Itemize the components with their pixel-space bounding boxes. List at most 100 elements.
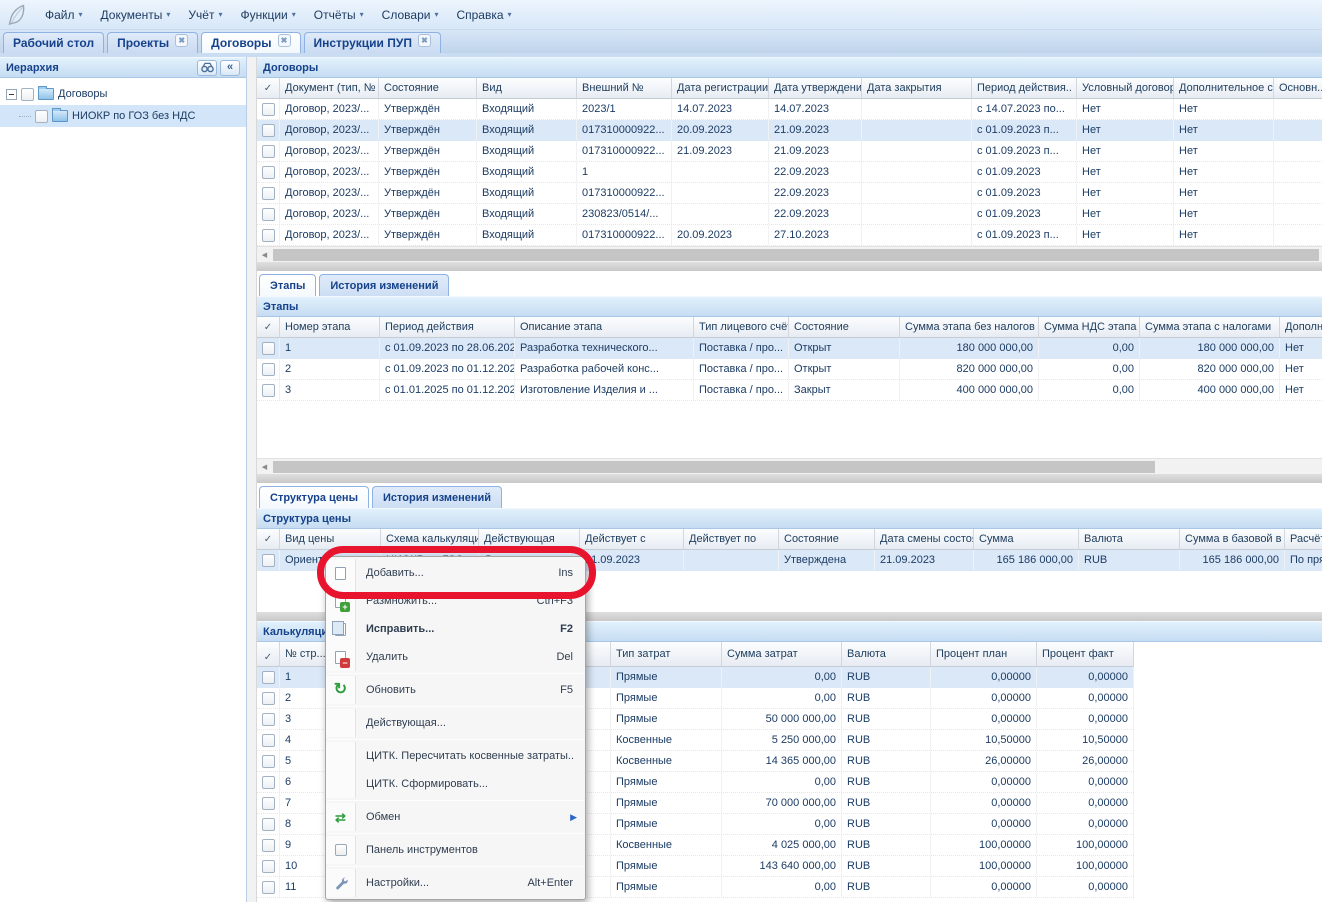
table-row[interactable]: Договор, 2023/...УтверждёнВходящий017310… [257,120,1322,141]
row-checkbox[interactable] [262,692,275,705]
horizontal-splitter[interactable] [257,474,1322,483]
column-header[interactable]: Условный договор [1077,78,1174,98]
column-header[interactable]: Действует с [580,529,684,549]
menubar-item[interactable]: Учёт▾ [179,4,231,26]
column-header[interactable]: Основн... [1274,78,1322,98]
column-header[interactable]: Описание этапа [515,317,694,337]
table-row[interactable]: 1с 01.09.2023 по 28.06.2024Разработка те… [257,338,1322,359]
scroll-left-arrow-icon[interactable]: ◀ [258,461,271,473]
row-checkbox[interactable] [262,713,275,726]
menubar-item[interactable]: Словари▾ [373,4,448,26]
main-tab[interactable]: Проекты✖ [107,32,198,53]
row-checkbox[interactable] [262,124,275,137]
row-checkbox[interactable] [262,363,275,376]
column-header[interactable]: Дата смены состоя [875,529,974,549]
row-checkbox[interactable] [262,145,275,158]
tree-item[interactable]: НИОКР по ГОЗ без НДС [0,105,246,127]
column-header[interactable]: Действует по [684,529,779,549]
column-header[interactable]: Сумма этапа с налогами [1140,317,1280,337]
section-tab[interactable]: Структура цены [259,486,369,508]
column-header[interactable]: Период действия [380,317,515,337]
column-header[interactable]: Состояние [779,529,875,549]
row-checkbox[interactable] [262,839,275,852]
column-header[interactable]: Процент план [931,642,1037,666]
select-all-column-header[interactable]: ✓ [257,642,280,666]
table-row[interactable]: Договор, 2023/...УтверждёнВходящий017310… [257,183,1322,204]
table-row[interactable]: Договор, 2023/...УтверждёнВходящий122.09… [257,162,1322,183]
column-header[interactable]: Состояние [379,78,477,98]
column-header[interactable]: Вид [477,78,577,98]
context-menu-item[interactable]: Исправить...F2 [326,615,585,643]
column-header[interactable]: Сумма [974,529,1079,549]
column-header[interactable]: Дата закрытия [862,78,972,98]
row-checkbox[interactable] [262,342,275,355]
table-row[interactable]: Договор, 2023/...УтверждёнВходящий2023/1… [257,99,1322,120]
column-header[interactable]: Сумма НДС этапа [1039,317,1140,337]
stages-horizontal-scrollbar[interactable]: ◀ [257,458,1322,474]
select-all-column-header[interactable]: ✓ [257,317,280,337]
row-checkbox[interactable] [262,734,275,747]
menubar-item[interactable]: Справка▾ [447,4,520,26]
column-header[interactable]: Дата утверждения [769,78,862,98]
section-tab[interactable]: Этапы [259,274,316,296]
column-header[interactable]: Валюта [1079,529,1180,549]
menubar-item[interactable]: Отчёты▾ [305,4,373,26]
row-checkbox[interactable] [262,187,275,200]
context-menu-item[interactable]: ЦИТК. Пересчитать косвенные затраты... [326,742,585,770]
scrollbar-thumb[interactable] [273,461,1155,473]
context-menu-item[interactable]: Настройки...Alt+Enter [326,869,585,897]
context-menu-item[interactable]: Действующая... [326,709,585,737]
column-header[interactable]: Дополн... [1280,317,1322,337]
context-menu-item[interactable]: Панель инструментов [326,836,585,864]
section-tab[interactable]: История изменений [319,274,449,296]
main-tab[interactable]: Договоры✖ [201,32,300,53]
column-header[interactable]: Состояние [789,317,900,337]
column-header[interactable]: Сумма затрат [722,642,842,666]
row-checkbox[interactable] [262,818,275,831]
scroll-left-arrow-icon[interactable]: ◀ [258,249,271,261]
main-tab[interactable]: Рабочий стол [3,32,104,53]
select-all-column-header[interactable]: ✓ [257,78,280,98]
row-checkbox[interactable] [262,384,275,397]
contracts-horizontal-scrollbar[interactable]: ◀ [257,246,1322,262]
row-checkbox[interactable] [262,797,275,810]
row-checkbox[interactable] [262,554,275,567]
horizontal-splitter[interactable] [257,262,1322,271]
row-checkbox[interactable] [262,881,275,894]
table-row[interactable]: Договор, 2023/...УтверждёнВходящий017310… [257,141,1322,162]
column-header[interactable]: Валюта [842,642,931,666]
vertical-splitter[interactable] [247,57,257,902]
tree-item-checkbox[interactable] [35,110,48,123]
column-header[interactable]: Расчёт [1285,529,1322,549]
table-row[interactable]: 3с 01.01.2025 по 01.12.2025Изготовление … [257,380,1322,401]
tree-expander-icon[interactable] [6,89,17,100]
column-header[interactable]: Процент факт [1037,642,1134,666]
select-all-column-header[interactable]: ✓ [257,529,280,549]
row-checkbox[interactable] [262,860,275,873]
close-tab-icon[interactable]: ✖ [278,34,291,47]
column-header[interactable]: Период действия.. [972,78,1077,98]
row-checkbox[interactable] [262,103,275,116]
column-header[interactable]: Тип затрат [611,642,722,666]
column-header[interactable]: Тип лицевого счёт [694,317,789,337]
column-header[interactable]: Документ (тип, № [280,78,379,98]
row-checkbox[interactable] [262,776,275,789]
tree-item-checkbox[interactable] [21,88,34,101]
table-row[interactable]: 2с 01.09.2023 по 01.12.2024Разработка ра… [257,359,1322,380]
tree-item[interactable]: Договоры [0,83,246,105]
menubar-item[interactable]: Документы▾ [92,4,180,26]
row-checkbox[interactable] [262,229,275,242]
column-header[interactable]: Номер этапа [280,317,380,337]
scrollbar-thumb[interactable] [273,249,1319,261]
context-menu-item[interactable]: ↻ОбновитьF5 [326,676,585,704]
close-tab-icon[interactable]: ✖ [418,34,431,47]
table-row[interactable]: Договор, 2023/...УтверждёнВходящий017310… [257,225,1322,246]
row-checkbox[interactable] [262,166,275,179]
context-menu-item[interactable]: ⇄Обмен▶ [326,803,585,831]
row-checkbox[interactable] [262,671,275,684]
column-header[interactable]: Внешний № [577,78,672,98]
column-header[interactable]: Дополнительное с [1174,78,1274,98]
section-tab[interactable]: История изменений [372,486,502,508]
main-tab[interactable]: Инструкции ПУП✖ [304,32,441,53]
table-row[interactable]: Договор, 2023/...УтверждёнВходящий230823… [257,204,1322,225]
